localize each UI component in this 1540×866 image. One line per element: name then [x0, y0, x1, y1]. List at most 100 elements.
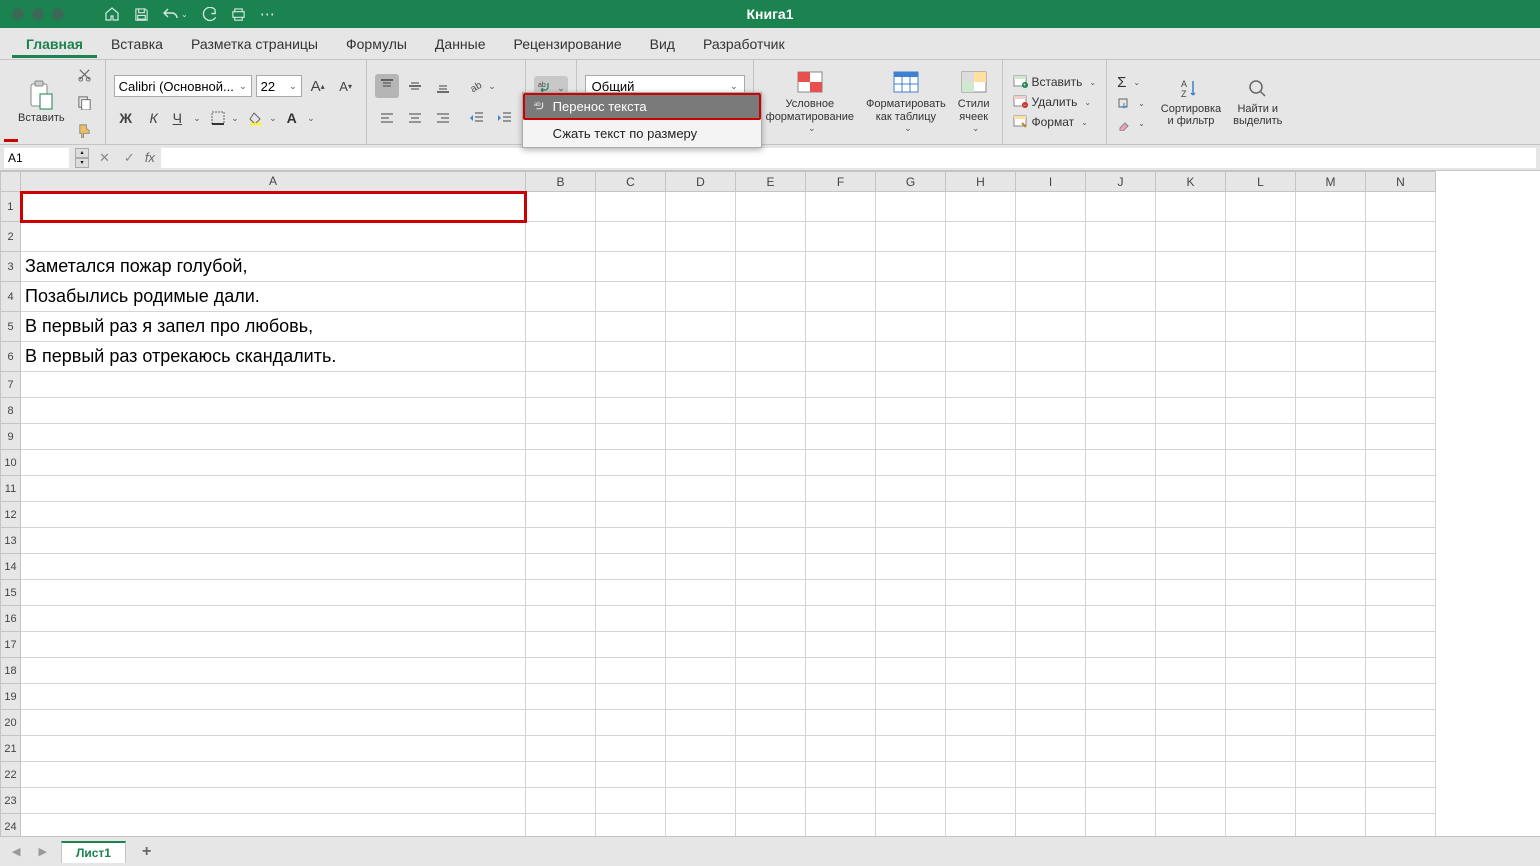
row-header[interactable]: 15 [1, 580, 21, 606]
cell[interactable] [1296, 222, 1366, 252]
cell[interactable] [876, 282, 946, 312]
cell[interactable] [1156, 528, 1226, 554]
cell[interactable] [596, 762, 666, 788]
cell[interactable] [1016, 554, 1086, 580]
cell[interactable] [1366, 398, 1436, 424]
cell[interactable] [1156, 222, 1226, 252]
cell[interactable] [21, 476, 526, 502]
cell[interactable] [946, 736, 1016, 762]
cell[interactable] [1366, 450, 1436, 476]
tab-home[interactable]: Главная [12, 30, 97, 58]
cell[interactable] [596, 424, 666, 450]
font-size-select[interactable]: 22⌄ [256, 75, 302, 97]
cell[interactable] [1156, 342, 1226, 372]
cell[interactable] [1016, 424, 1086, 450]
close-window-icon[interactable] [12, 8, 24, 20]
cell[interactable] [1086, 788, 1156, 814]
cell[interactable] [1226, 528, 1296, 554]
cell[interactable] [666, 762, 736, 788]
cell[interactable] [21, 528, 526, 554]
cell[interactable] [876, 450, 946, 476]
cell[interactable] [596, 398, 666, 424]
row-header[interactable]: 24 [1, 814, 21, 837]
cell[interactable] [1016, 450, 1086, 476]
clear-button[interactable]: ⌄ [1115, 116, 1147, 132]
cell[interactable] [1086, 312, 1156, 342]
cell[interactable] [1366, 736, 1436, 762]
cell[interactable] [596, 684, 666, 710]
cell[interactable] [1366, 502, 1436, 528]
add-sheet-button[interactable]: + [136, 843, 157, 861]
cell[interactable] [526, 372, 596, 398]
cell[interactable] [1296, 502, 1366, 528]
cell[interactable] [1226, 788, 1296, 814]
cell[interactable] [1016, 658, 1086, 684]
column-header[interactable]: D [666, 172, 736, 192]
cell[interactable] [526, 762, 596, 788]
cell[interactable] [1156, 606, 1226, 632]
cell[interactable] [806, 528, 876, 554]
cell[interactable] [596, 222, 666, 252]
row-header[interactable]: 21 [1, 736, 21, 762]
cell[interactable] [1366, 528, 1436, 554]
cell[interactable] [806, 252, 876, 282]
cell[interactable] [526, 632, 596, 658]
cell[interactable] [1296, 710, 1366, 736]
cell[interactable] [526, 528, 596, 554]
cell[interactable] [736, 222, 806, 252]
cell[interactable] [806, 632, 876, 658]
cell[interactable] [1226, 684, 1296, 710]
cell[interactable] [1016, 684, 1086, 710]
font-color-button[interactable]: A⌄ [284, 106, 318, 130]
cell[interactable] [876, 312, 946, 342]
cell[interactable] [1366, 710, 1436, 736]
cell[interactable] [946, 762, 1016, 788]
cell[interactable] [806, 658, 876, 684]
align-center-icon[interactable] [403, 106, 427, 130]
cell[interactable] [736, 398, 806, 424]
row-header[interactable]: 13 [1, 528, 21, 554]
cell[interactable] [1016, 736, 1086, 762]
cell[interactable] [1086, 528, 1156, 554]
cell[interactable] [1086, 424, 1156, 450]
cell[interactable] [1296, 398, 1366, 424]
cell[interactable] [1226, 632, 1296, 658]
conditional-formatting-button[interactable]: Условное форматирование ⌄ [762, 68, 858, 135]
column-header[interactable]: G [876, 172, 946, 192]
row-header[interactable]: 12 [1, 502, 21, 528]
zoom-window-icon[interactable] [52, 8, 64, 20]
cell[interactable] [736, 814, 806, 837]
cell[interactable] [596, 528, 666, 554]
cell[interactable] [806, 312, 876, 342]
cell[interactable] [1296, 658, 1366, 684]
cell[interactable] [946, 476, 1016, 502]
cell[interactable] [1366, 282, 1436, 312]
cell[interactable] [806, 476, 876, 502]
cell[interactable] [1366, 762, 1436, 788]
cell[interactable] [876, 192, 946, 222]
cell[interactable] [21, 814, 526, 837]
row-header[interactable]: 16 [1, 606, 21, 632]
row-header[interactable]: 7 [1, 372, 21, 398]
cell[interactable] [1226, 606, 1296, 632]
cell[interactable] [946, 528, 1016, 554]
name-box[interactable]: A1 [4, 148, 69, 168]
cell[interactable] [526, 554, 596, 580]
row-header[interactable]: 1 [1, 192, 21, 222]
cell[interactable] [1156, 684, 1226, 710]
cell[interactable] [526, 450, 596, 476]
cell[interactable] [1016, 342, 1086, 372]
cell[interactable] [1016, 252, 1086, 282]
cell[interactable] [1226, 710, 1296, 736]
sort-filter-button[interactable]: AZ Сортировка и фильтр [1157, 75, 1225, 129]
cell[interactable] [1086, 580, 1156, 606]
cell[interactable] [1226, 762, 1296, 788]
cell[interactable] [1296, 580, 1366, 606]
tab-review[interactable]: Рецензирование [500, 30, 636, 58]
cell[interactable] [736, 342, 806, 372]
row-header[interactable]: 17 [1, 632, 21, 658]
cell[interactable] [946, 282, 1016, 312]
cell[interactable] [946, 398, 1016, 424]
orientation-button[interactable]: ab⌄ [465, 74, 499, 98]
row-header[interactable]: 20 [1, 710, 21, 736]
